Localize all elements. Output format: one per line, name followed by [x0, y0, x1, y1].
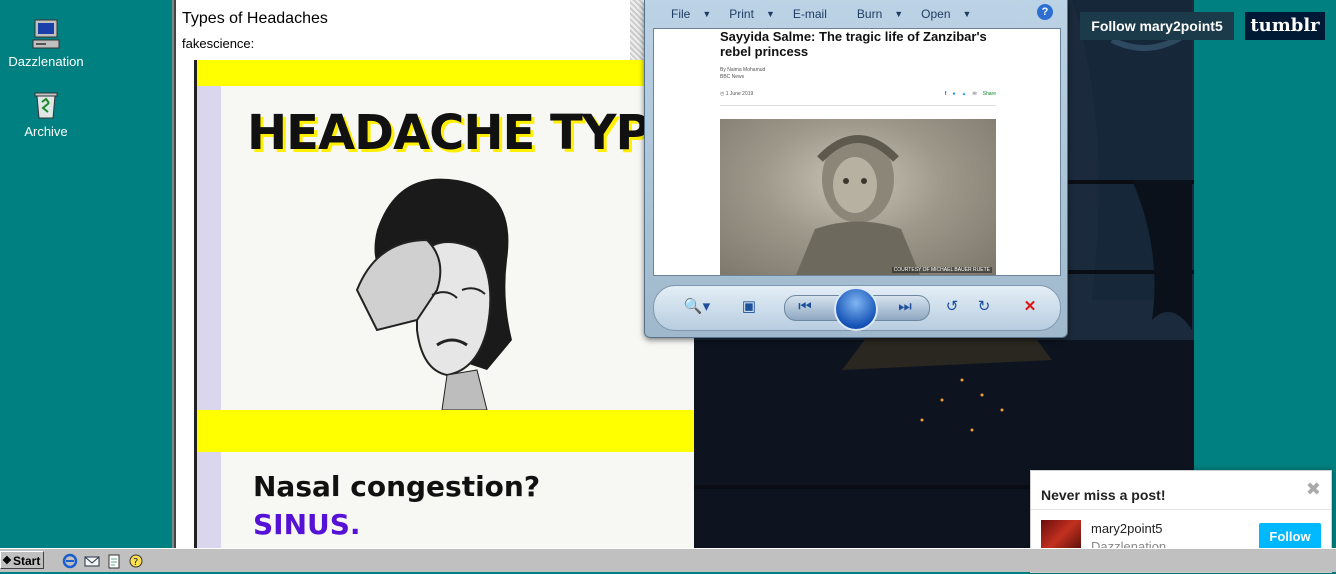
recycle-bin-icon	[30, 88, 62, 120]
photo-viewer-window: File ▼ Print ▼ E-mail Burn ▼ Open ▼ ? Sayyid…	[644, 0, 1068, 338]
next-icon[interactable]: ⏭	[892, 295, 918, 319]
zoom-icon[interactable]: 🔍▾	[680, 295, 714, 319]
chevron-down-icon: ▼	[765, 9, 775, 19]
desktop-icon-label: Archive	[24, 124, 68, 139]
article-byline: By Naima Mohamud BBC News	[720, 67, 996, 81]
poster-answer: SINUS.	[253, 508, 361, 541]
viewer-image-canvas: Sayyida Salme: The tragic life of Zanzib…	[653, 28, 1061, 276]
article-outlet: BBC News	[720, 74, 745, 80]
menu-print-label: Print	[729, 7, 754, 21]
delete-icon[interactable]: ✕	[1018, 295, 1042, 319]
post-source[interactable]: fakescience:	[182, 36, 254, 51]
rotate-right-icon[interactable]: ↻	[972, 295, 996, 319]
email-icon: ✉	[972, 91, 977, 97]
rotate-left-icon[interactable]: ↺	[940, 295, 964, 319]
outlook-express-icon[interactable]	[84, 553, 100, 569]
menu-email[interactable]: E-mail	[793, 7, 827, 21]
chevron-down-icon: ▼	[894, 9, 904, 19]
right-background	[1194, 0, 1336, 548]
desktop-icon-dazzlenation[interactable]: Dazzlenation	[1, 18, 91, 69]
popup-title: Never miss a post!	[1041, 487, 1166, 503]
menu-file[interactable]: File ▼	[671, 7, 711, 21]
computer-icon	[30, 18, 62, 50]
windows-logo-icon: ❖	[2, 555, 12, 567]
start-label: Start	[13, 554, 41, 568]
menu-file-label: File	[671, 7, 691, 21]
popup-blog-name[interactable]: mary2point5	[1091, 521, 1163, 536]
post-title: Types of Headaches	[182, 10, 328, 27]
previous-icon[interactable]: ⏮	[792, 295, 818, 319]
menu-open-label: Open	[921, 7, 951, 21]
article-date-text: 1 June 2019	[725, 91, 754, 97]
article-author: By Naima Mohamud	[720, 67, 766, 73]
poster-middle-band	[197, 410, 694, 452]
viewer-menu-bar: File ▼ Print ▼ E-mail Burn ▼ Open ▼	[653, 0, 1057, 28]
poster-question: Nasal congestion?	[253, 470, 541, 503]
menu-print[interactable]: Print ▼	[729, 7, 775, 21]
woman-illustration	[355, 178, 512, 410]
twitter-icon: ▲	[961, 91, 967, 97]
article-title: Sayyida Salme: The tragic life of Zanzib…	[720, 29, 987, 59]
notepad-icon[interactable]	[106, 553, 122, 569]
facebook-icon: f	[944, 91, 947, 97]
close-icon[interactable]: ✖	[1306, 479, 1321, 500]
start-button[interactable]: ❖ Start	[0, 551, 44, 569]
article-date: ◴ 1 June 2019	[720, 91, 754, 97]
follow-button[interactable]: Follow	[1259, 523, 1321, 551]
poster-headline: HEADACHE TYPES	[247, 105, 694, 161]
poster-side-stripe	[197, 60, 221, 548]
share-icons: f ● ▲ ✉ Share	[945, 91, 996, 97]
menu-email-label: E-mail	[792, 7, 827, 21]
desktop-icon-label: Dazzlenation	[8, 54, 84, 69]
share-label: Share	[982, 91, 996, 97]
fit-window-icon[interactable]: ▣	[736, 295, 762, 319]
internet-explorer-icon[interactable]	[62, 553, 78, 569]
help-icon[interactable]: ?	[128, 553, 144, 569]
post-panel: Types of Headaches fakescience: HEADACHE…	[174, 0, 694, 548]
headache-poster: HEADACHE TYPES Nasal congestion? SINUS.	[194, 60, 694, 548]
chevron-down-icon: ▼	[702, 9, 712, 19]
poster-top-band	[197, 60, 694, 86]
help-icon[interactable]: ?	[1037, 4, 1053, 20]
article-photo: COURTESY OF MICHAEL BAUER RUETE	[720, 119, 996, 275]
post-scrollbar[interactable]	[630, 0, 644, 60]
article-meta: ◴ 1 June 2019 f ● ▲ ✉ Share	[720, 91, 996, 106]
tumblr-logo[interactable]: tumblr	[1245, 12, 1325, 40]
popup-divider	[1031, 509, 1331, 510]
photo-credit: COURTESY OF MICHAEL BAUER RUETE	[891, 267, 992, 273]
menu-burn-label: Burn	[856, 7, 883, 21]
chevron-down-icon: ▼	[962, 9, 972, 19]
taskbar: ❖ Start ?	[0, 548, 1336, 572]
bbc-article: Sayyida Salme: The tragic life of Zanzib…	[720, 29, 996, 275]
viewer-controls: 🔍▾ ▣ ⏮ ⏭ ↺ ↻ ✕	[653, 285, 1061, 331]
messenger-icon: ●	[952, 91, 956, 97]
follow-blog-button[interactable]: Follow mary2point5	[1080, 12, 1234, 40]
menu-burn[interactable]: Burn ▼	[857, 7, 903, 21]
desktop-icon-archive[interactable]: Archive	[1, 88, 91, 139]
slideshow-icon[interactable]	[834, 287, 878, 331]
svg-text:?: ?	[133, 557, 138, 568]
menu-open[interactable]: Open ▼	[921, 7, 971, 21]
